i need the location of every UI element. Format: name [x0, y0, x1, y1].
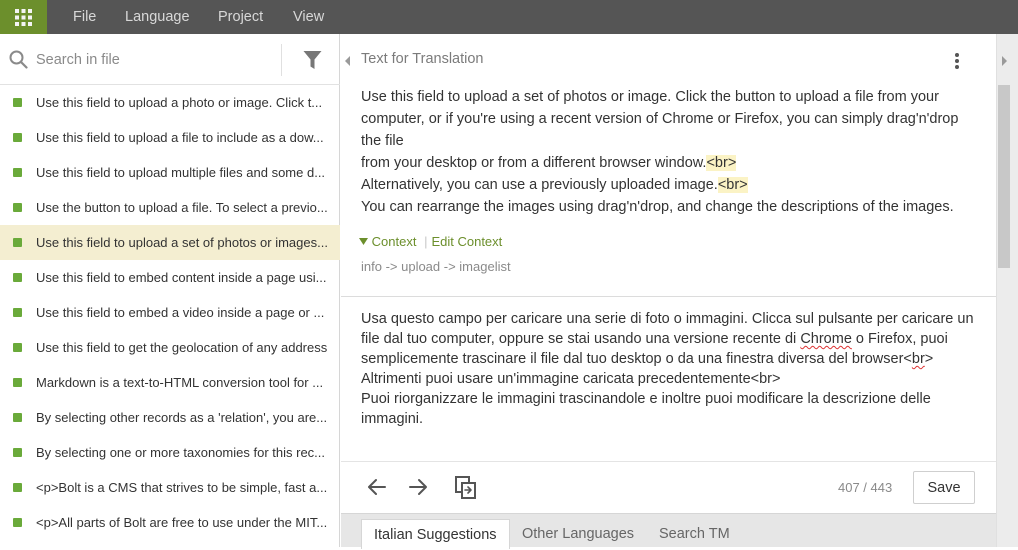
- source-line: You can rearrange the images using drag'…: [361, 199, 954, 215]
- list-item-label: Use this field to upload a set of photos…: [36, 235, 328, 250]
- caret-down-icon: [359, 238, 368, 245]
- status-dot-icon: [13, 238, 22, 247]
- suggestions-tabs: Italian Suggestions Other Languages Sear…: [341, 513, 996, 549]
- more-options-icon[interactable]: [952, 51, 962, 71]
- menu-bar: File Language Project View: [0, 0, 1018, 34]
- tab-italian-suggestions[interactable]: Italian Suggestions: [361, 519, 510, 549]
- tab-search-tm[interactable]: Search TM: [647, 519, 742, 549]
- search-input[interactable]: [36, 48, 271, 72]
- list-item[interactable]: Use this field to embed a video inside a…: [0, 295, 340, 330]
- status-dot-icon: [13, 133, 22, 142]
- character-counter: 407 / 443: [838, 480, 893, 495]
- editor-panel: Text for Translation Use this field to u…: [341, 34, 996, 549]
- status-dot-icon: [13, 203, 22, 212]
- list-item[interactable]: By selecting other records as a 'relatio…: [0, 400, 340, 435]
- menu-file[interactable]: File: [73, 0, 96, 34]
- list-item-label: Use this field to get the geolocation of…: [36, 340, 328, 355]
- arrow-right-icon[interactable]: [404, 474, 430, 500]
- menu-project[interactable]: Project: [218, 0, 263, 34]
- apps-grid-button[interactable]: [0, 0, 47, 34]
- strings-panel: Use this field to upload a photo or imag…: [0, 34, 340, 547]
- copy-source-icon[interactable]: [453, 474, 479, 500]
- list-item-label: By selecting other records as a 'relatio…: [36, 410, 328, 425]
- grid-apps-icon: [15, 8, 32, 26]
- list-item-label: By selecting one or more taxonomies for …: [36, 445, 326, 460]
- translation-editor[interactable]: Usa questo campo per caricare una serie …: [361, 309, 976, 429]
- list-item-label: <p>Bolt is a CMS that strives to be simp…: [36, 480, 328, 495]
- list-item[interactable]: Use this field to get the geolocation of…: [0, 330, 340, 365]
- collapse-left-icon[interactable]: [341, 51, 353, 71]
- list-item[interactable]: <p>Bolt is a CMS that strives to be simp…: [0, 470, 340, 505]
- status-dot-icon: [13, 448, 22, 457]
- filter-icon[interactable]: [303, 50, 322, 70]
- list-item-label: <p>All parts of Bolt are free to use und…: [36, 515, 328, 530]
- status-dot-icon: [13, 483, 22, 492]
- status-dot-icon: [13, 378, 22, 387]
- context-path: info -> upload -> imagelist: [361, 259, 511, 274]
- status-dot-icon: [13, 308, 22, 317]
- search-bar: [0, 34, 340, 85]
- menu-view[interactable]: View: [293, 0, 324, 34]
- misspelled-word: Chrome: [800, 331, 852, 347]
- status-dot-icon: [13, 98, 22, 107]
- source-line: Use this field to upload a set of photos…: [361, 89, 959, 149]
- list-item-label: Markdown is a text-to-HTML conversion to…: [36, 375, 324, 390]
- list-item-label: Use this field to embed a video inside a…: [36, 305, 325, 320]
- list-item[interactable]: Use this field to upload multiple files …: [0, 155, 340, 190]
- arrow-left-icon[interactable]: [365, 474, 391, 500]
- br-tag[interactable]: <br>: [717, 177, 748, 193]
- scrollbar-thumb[interactable]: [998, 85, 1010, 268]
- status-dot-icon: [13, 273, 22, 282]
- source-text: Use this field to upload a set of photos…: [361, 86, 981, 218]
- list-item-label: Use this field to upload a file to inclu…: [36, 130, 324, 145]
- list-item[interactable]: Use this field to upload a file to inclu…: [0, 120, 340, 155]
- search-divider: [281, 44, 282, 76]
- divider: [341, 296, 996, 297]
- list-item-label: Use this field to upload a photo or imag…: [36, 95, 323, 110]
- source-line: from your desktop or from a different br…: [361, 155, 737, 171]
- context-row: Context | Edit Context: [359, 234, 502, 249]
- list-item-label: Use the button to upload a file. To sele…: [36, 200, 328, 215]
- string-list: Use this field to upload a photo or imag…: [0, 85, 340, 540]
- status-dot-icon: [13, 168, 22, 177]
- status-dot-icon: [13, 518, 22, 527]
- editor-header: Text for Translation: [341, 34, 996, 85]
- list-item[interactable]: Markdown is a text-to-HTML conversion to…: [0, 365, 340, 400]
- expand-right-icon[interactable]: [997, 51, 1011, 71]
- edit-context-link[interactable]: Edit Context: [431, 234, 502, 249]
- context-toggle[interactable]: Context: [359, 234, 420, 249]
- list-item[interactable]: <p>All parts of Bolt are free to use und…: [0, 505, 340, 540]
- list-item[interactable]: By selecting one or more taxonomies for …: [0, 435, 340, 470]
- tab-other-languages[interactable]: Other Languages: [510, 519, 646, 549]
- status-dot-icon: [13, 413, 22, 422]
- misspelled-word: br: [911, 351, 925, 367]
- source-line: Alternatively, you can use a previously …: [361, 177, 748, 193]
- search-icon: [9, 50, 28, 69]
- list-item[interactable]: Use this field to upload a photo or imag…: [0, 85, 340, 120]
- list-item-label: Use this field to embed content inside a…: [36, 270, 327, 285]
- menu-language[interactable]: Language: [125, 0, 190, 34]
- list-item-label: Use this field to upload multiple files …: [36, 165, 326, 180]
- editor-toolbar: 407 / 443 Save: [341, 461, 996, 513]
- list-item[interactable]: Use the button to upload a file. To sele…: [0, 190, 340, 225]
- panel-title: Text for Translation: [361, 51, 484, 67]
- list-item[interactable]: Use this field to embed content inside a…: [0, 260, 340, 295]
- status-dot-icon: [13, 343, 22, 352]
- save-button[interactable]: Save: [913, 471, 975, 504]
- list-item[interactable]: Use this field to upload a set of photos…: [0, 225, 340, 260]
- br-tag[interactable]: <br>: [706, 155, 737, 171]
